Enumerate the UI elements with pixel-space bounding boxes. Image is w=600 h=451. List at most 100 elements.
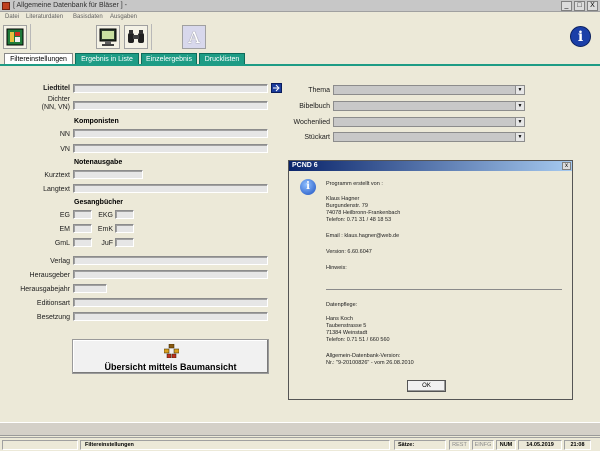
liedtitel-label: Liedtitel [43,85,70,92]
besetzung-label: Besetzung [36,314,70,321]
status-mode: Filtereinstellungen [80,440,390,450]
kurztext-field[interactable] [73,170,143,179]
dialog-title-bar: PCND 6 x [289,161,572,171]
dialog-line: Telefon: 0.71 51 / 660 560 [326,337,390,343]
tree-icon [164,344,179,358]
status-panel-empty [2,440,78,450]
dichter-field[interactable] [73,101,268,110]
dialog-line: Allgemein-Datenbank-Version: [326,353,401,359]
thema-label: Thema [308,87,330,94]
emk-label: EmK [97,226,113,233]
emk-field[interactable] [115,224,134,233]
herausgeber-field[interactable] [73,270,268,279]
chevron-down-icon: ▼ [515,86,524,94]
status-time: 21:08 [564,440,591,450]
arrow-right-icon [273,84,280,92]
vn-label: VN [60,146,70,153]
bottom-strip [0,422,600,436]
wochenlied-select[interactable]: ▼ [333,117,525,127]
status-num: NUM [496,440,516,450]
dialog-line: Nr.: "9-20100826" - vom 26.08.2010 [326,360,414,366]
editionsart-label: Editionsart [36,300,70,307]
chevron-down-icon: ▼ [515,118,524,126]
wochenlied-label: Wochenlied [293,119,330,126]
stueckart-select[interactable]: ▼ [333,132,525,142]
liedtitel-field[interactable] [73,84,268,93]
dialog-line: Burgundenstr. 79 [326,203,368,209]
bibelbuch-select[interactable]: ▼ [333,101,525,111]
chevron-down-icon: ▼ [515,102,524,110]
dialog-line: 74078 Heilbronn-Frankenbach [326,210,401,216]
status-date: 14.05.2019 [518,440,562,450]
herausgeber-label: Herausgeber [29,272,70,279]
herausgabejahr-field[interactable] [73,284,107,293]
menu-ausgaben[interactable]: Ausgaben [110,13,137,21]
juf-label: JuF [101,240,113,247]
menu-basisdaten[interactable]: Basisdaten [73,13,103,21]
eg-label: EG [59,212,70,219]
info-icon: i [570,26,591,47]
dialog-close-button[interactable]: x [562,162,571,170]
composer-nn-field[interactable] [73,129,268,138]
langtext-label: Langtext [43,186,70,193]
eg-field[interactable] [73,210,92,219]
gml-field[interactable] [73,238,92,247]
dialog-line: Datenpflege: [326,302,358,308]
dialog-divider [326,289,562,290]
info-button[interactable]: i [569,25,593,49]
dialog-line: Telefon: 0.71 31 / 48 18 53 [326,217,392,223]
binoculars-icon [128,30,144,43]
dialog-ok-button[interactable]: OK [407,380,446,392]
dialog-line: Klaus Hagner [326,196,360,202]
thema-select[interactable]: ▼ [333,85,525,95]
info-icon: i [300,179,316,195]
gesangbuecher-heading: Gesangbücher [74,199,124,206]
tree-view-button-label: Übersicht mittels Baumansicht [104,362,237,372]
editionsart-field[interactable] [73,298,268,307]
monitor-button[interactable] [96,25,120,49]
gml-label: GmL [54,240,70,247]
status-einfg: EINFG [472,440,494,450]
dialog-line: Taubenstrasse 5 [326,323,367,329]
em-field[interactable] [73,224,92,233]
menu-literaturdaten[interactable]: Literaturdaten [26,13,63,21]
search-button[interactable] [124,25,148,49]
verlag-field[interactable] [73,256,268,265]
title-bar: [ Allgemeine Datenbank für Bläser ] - _ … [0,0,600,12]
em-label: EM [59,226,71,233]
about-dialog: PCND 6 x i Programm erstellt von : Klaus… [288,160,573,400]
herausgabejahr-label: Herausgabejahr [20,286,70,293]
juf-field[interactable] [115,238,134,247]
monitor-icon [99,28,117,46]
toolbar-separator [30,24,31,50]
langtext-field[interactable] [73,184,268,193]
dialog-line: Version: 6.60.6047 [326,249,372,255]
besetzung-field[interactable] [73,312,268,321]
close-button[interactable]: X [587,1,598,11]
minimize-button[interactable]: _ [561,1,572,11]
menu-datei[interactable]: Datei [5,13,19,21]
composer-vn-field[interactable] [73,144,268,153]
dichter-sublabel: (NN, VN) [41,104,70,111]
app-icon[interactable] [2,2,10,10]
dialog-line: Hinweis: [326,265,347,271]
tab-underline [0,64,600,66]
nn-label: NN [59,131,70,138]
dialog-line: Programm erstellt von : [326,181,383,187]
bibelbuch-label: Bibelbuch [299,103,330,110]
toolbar: A i [0,22,600,52]
liedtitel-lookup-button[interactable] [271,83,282,93]
kurztext-label: Kurztext [44,172,70,179]
catalog-button[interactable] [3,25,27,49]
status-saetze: Sätze: [394,440,446,450]
status-rest: REST [449,440,470,450]
ekg-label: EKG [98,212,113,219]
tree-view-button[interactable]: Übersicht mittels Baumansicht [72,339,269,374]
status-bar: Filtereinstellungen Sätze: REST EINFG NU… [0,437,600,451]
maximize-button[interactable]: □ [574,1,585,11]
notenausgabe-heading: Notenausgabe [74,159,123,166]
verlag-label: Verlag [50,258,70,265]
ekg-field[interactable] [115,210,134,219]
letter-a-icon: A [188,28,200,47]
text-tool-button[interactable]: A [182,25,206,49]
